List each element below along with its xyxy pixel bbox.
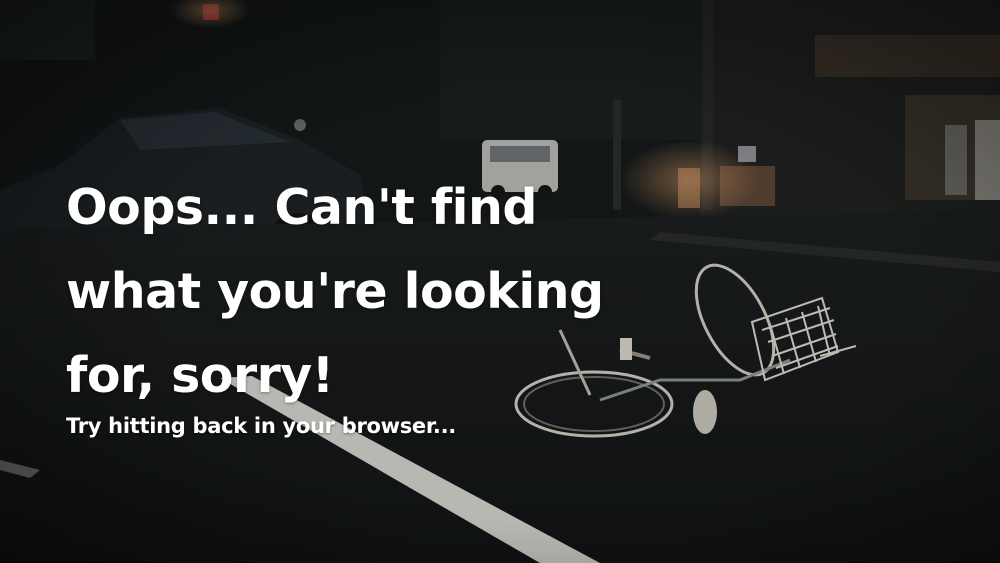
error-subline: Try hitting back in your browser... — [66, 414, 456, 438]
error-headline: Oops... Can't find what you're looking f… — [66, 179, 604, 404]
error-page-hero: Oops... Can't find what you're looking f… — [0, 0, 1000, 563]
error-message: Oops... Can't find what you're looking f… — [66, 166, 666, 440]
